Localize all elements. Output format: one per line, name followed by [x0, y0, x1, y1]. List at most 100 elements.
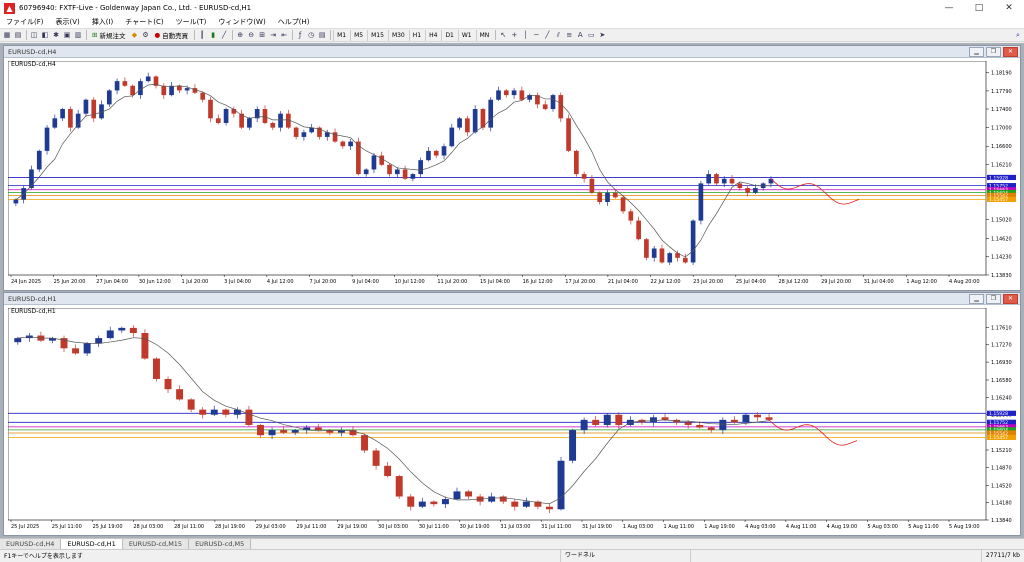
x-tick-label: 11 Jul 20:00	[437, 279, 467, 285]
tester-icon[interactable]: ▥	[73, 30, 83, 41]
menu-help[interactable]: ヘルプ(H)	[272, 17, 316, 27]
y-tick-label: 1.16600	[991, 144, 1012, 150]
horizontal-line-icon[interactable]: ─	[531, 30, 541, 41]
symbol-label: EURUSD-cd,H4	[11, 61, 56, 68]
profiles-icon[interactable]: ▤	[13, 30, 23, 41]
tf-m30[interactable]: M30	[387, 29, 408, 41]
search-icon[interactable]: ⌕	[1013, 30, 1023, 41]
chart-window-titlebar[interactable]: EURUSD-cd,H1 ▁ ❐ ✕	[4, 293, 1020, 305]
x-tick-label: 3 Jul 04:00	[224, 279, 251, 285]
chart-plot-h4[interactable]: 1.18190 1.17790 1.17400 1.17000 1.16600 1.162…	[8, 61, 1018, 289]
candle-body	[145, 76, 151, 82]
candle-body	[270, 122, 276, 128]
arrows-tool-icon[interactable]: ➤	[597, 30, 607, 41]
tf-m15[interactable]: M15	[367, 29, 387, 41]
y-tick-label: 1.14180	[991, 501, 1012, 507]
metaeditor-icon[interactable]: ◆	[129, 30, 139, 41]
candle-body	[340, 141, 346, 147]
crosshair-icon[interactable]: +	[509, 30, 519, 41]
tile-windows-icon[interactable]: ⊞	[257, 30, 267, 41]
vertical-line-icon[interactable]: │	[520, 30, 530, 41]
window-close-icon[interactable]: ✕	[1003, 293, 1018, 304]
candle-body	[164, 378, 172, 390]
chart-window-h1[interactable]: EURUSD-cd,H1 ▁ ❐ ✕ 1.17610 1.17270 1.16930…	[3, 292, 1021, 536]
templates-icon[interactable]: ▤	[317, 30, 327, 41]
chart-window-h4[interactable]: EURUSD-cd,H4 ▁ ❐ ✕ 1.18190 1.17790 1.17400…	[3, 45, 1021, 291]
tf-m5[interactable]: M5	[350, 29, 366, 41]
candle-body	[667, 253, 673, 263]
close-icon[interactable]: ✕	[994, 0, 1024, 16]
bar-chart-icon[interactable]: ┃	[197, 30, 207, 41]
zoom-in-icon[interactable]: ⊕	[235, 30, 245, 41]
candle-chart-icon[interactable]: ▮	[208, 30, 218, 41]
y-tick-label: 1.18190	[991, 70, 1012, 76]
x-tick-label: 29 Jul 03:00	[256, 524, 286, 530]
candle-body	[130, 85, 135, 96]
menu-tools[interactable]: ツール(T)	[170, 17, 213, 27]
new-order-button[interactable]: ⊞ 新規注文	[89, 30, 128, 41]
text-tool-icon[interactable]: A	[575, 30, 585, 41]
tab-eurusd-m5[interactable]: EURUSD-cd,M5	[189, 539, 252, 549]
candle-body	[729, 178, 735, 184]
tab-eurusd-m15[interactable]: EURUSD-cd,M15	[122, 539, 190, 549]
menu-view[interactable]: 表示(V)	[50, 17, 86, 27]
tab-eurusd-h4[interactable]: EURUSD-cd,H4	[0, 539, 62, 549]
window-minimize-icon[interactable]: ▁	[969, 293, 984, 304]
chart-window-titlebar[interactable]: EURUSD-cd,H4 ▁ ❐ ✕	[4, 46, 1020, 58]
trendline-icon[interactable]: ╱	[542, 30, 552, 41]
y-tick-label: 1.17610	[991, 325, 1012, 331]
tf-h1[interactable]: H1	[408, 29, 424, 41]
candle-body	[472, 109, 478, 133]
candle-body	[106, 90, 112, 105]
menu-window[interactable]: ウィンドウ(W)	[212, 17, 271, 27]
candle-body	[210, 409, 218, 415]
menu-insert[interactable]: 挿入(I)	[86, 17, 120, 27]
window-title: 60796940: FXTF-Live - Goldenway Japan Co…	[19, 4, 252, 12]
candle-body	[278, 113, 283, 128]
chart-plot-h1[interactable]: 1.17610 1.17270 1.16930 1.16580 1.16240 1.159…	[8, 308, 1018, 534]
market-watch-icon[interactable]: ◫	[29, 30, 39, 41]
minimize-icon[interactable]: —	[934, 0, 964, 16]
maximize-icon[interactable]: □	[964, 0, 994, 16]
x-tick-label: 25 Jul 19:00	[93, 524, 123, 530]
indicators-icon[interactable]: ƒ	[295, 30, 305, 41]
candle-body	[384, 465, 392, 477]
tf-m1[interactable]: M1	[333, 29, 349, 41]
auto-trade-button[interactable]: ● 自動売買	[151, 30, 191, 41]
chart-shift-icon[interactable]: ⇤	[279, 30, 289, 41]
data-window-icon[interactable]: ◧	[40, 30, 50, 41]
tf-w1[interactable]: W1	[457, 29, 475, 41]
tab-eurusd-h1[interactable]: EURUSD-cd,H1	[61, 539, 123, 549]
candle-body	[257, 424, 264, 436]
fibonacci-icon[interactable]: ≡	[564, 30, 574, 41]
options-icon[interactable]: ⚙	[140, 30, 150, 41]
menu-file[interactable]: ファイル(F)	[0, 17, 50, 27]
x-tick-label: 31 Jul 03:00	[500, 524, 530, 530]
window-restore-icon[interactable]: ❐	[986, 46, 1001, 57]
new-chart-icon[interactable]: ▦	[2, 30, 12, 41]
x-tick-label: 7 Jul 20:00	[309, 279, 336, 285]
candle-body	[488, 496, 496, 502]
line-chart-icon[interactable]: ╱	[219, 30, 229, 41]
candle-body	[95, 338, 103, 344]
symbol-label: EURUSD-cd,H1	[11, 308, 56, 315]
zoom-out-icon[interactable]: ⊖	[246, 30, 256, 41]
auto-scroll-icon[interactable]: ⇥	[268, 30, 278, 41]
navigator-icon[interactable]: ✱	[51, 30, 61, 41]
candle-body	[138, 81, 143, 96]
channel-icon[interactable]: ⫽	[553, 30, 563, 41]
tf-h4[interactable]: H4	[425, 29, 440, 41]
terminal-icon[interactable]: ▣	[62, 30, 72, 41]
tf-d1[interactable]: D1	[441, 29, 456, 41]
window-close-icon[interactable]: ✕	[1003, 46, 1018, 57]
candle-body	[280, 430, 288, 433]
window-minimize-icon[interactable]: ▁	[969, 46, 984, 57]
cursor-icon[interactable]: ↖	[498, 30, 508, 41]
candle-body	[574, 150, 579, 175]
periods-icon[interactable]: ◷	[306, 30, 316, 41]
window-restore-icon[interactable]: ❐	[986, 293, 1001, 304]
tf-mn[interactable]: MN	[475, 29, 493, 41]
menu-chart[interactable]: チャート(C)	[119, 17, 169, 27]
candle-body	[72, 348, 80, 354]
label-tool-icon[interactable]: ▭	[586, 30, 596, 41]
